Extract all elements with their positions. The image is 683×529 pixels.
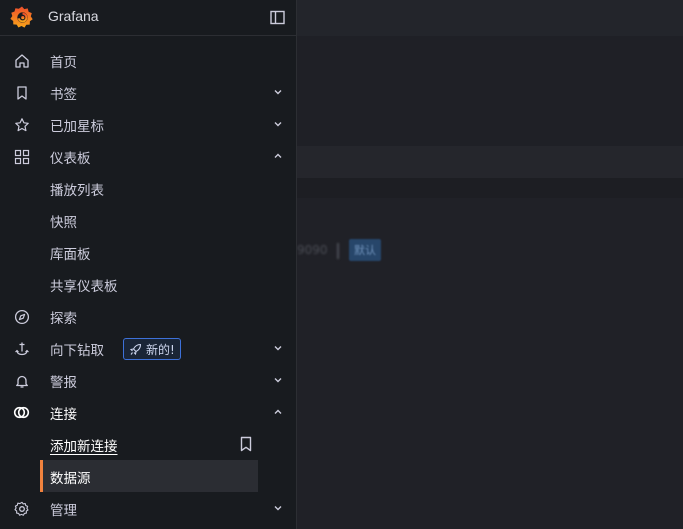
menu-item-label: 管理 (50, 503, 77, 519)
chevron-up-icon[interactable] (272, 150, 284, 162)
menu-item-label: 仪表板 (50, 151, 91, 167)
tabs-area (297, 146, 683, 178)
menu-item-bookmarks[interactable]: 书签 (0, 76, 296, 108)
drilldown-icon (13, 340, 30, 357)
menu-item-label: 播放列表 (50, 183, 104, 199)
link-icon (13, 404, 30, 421)
menu-header: Grafana (0, 0, 296, 36)
menu-item-label: 共享仪表板 (50, 279, 118, 295)
new-badge: 新的! (123, 338, 181, 360)
chevron-down-icon[interactable] (272, 118, 284, 130)
menu-item-label: 书签 (50, 87, 77, 103)
menu-item-playlists[interactable]: 播放列表 (0, 172, 296, 204)
default-badge: 默认 (349, 239, 381, 261)
rocket-icon (129, 343, 142, 355)
side-menu: Grafana 首页 书签 已加星标 仪表板 播放列表 快照 库面板 共享仪表板… (0, 0, 297, 529)
datasource-url-fragment: 9090 (297, 243, 328, 257)
menu-item-explore[interactable]: 探索 (0, 300, 296, 332)
chevron-down-icon[interactable] (272, 86, 284, 98)
menu-item-label: 向下钻取 (50, 343, 104, 359)
menu-item-administration[interactable]: 管理 (0, 492, 296, 524)
chevron-down-icon[interactable] (272, 374, 284, 386)
menu-item-label: 数据源 (50, 471, 91, 487)
menu-item-label: 警报 (50, 375, 77, 391)
bell-icon (13, 372, 30, 389)
menu-item-connections[interactable]: 连接 (0, 396, 296, 428)
new-badge-label: 新的! (146, 342, 175, 357)
menu-item-label: 添加新连接 (50, 439, 118, 455)
menu-item-dashboards[interactable]: 仪表板 (0, 140, 296, 172)
top-bar (297, 0, 683, 36)
apps-icon (13, 148, 30, 165)
menu-item-data-sources[interactable]: 数据源 (0, 460, 296, 492)
content-gap (297, 178, 683, 198)
bookmark-icon (13, 84, 30, 101)
menu-item-starred[interactable]: 已加星标 (0, 108, 296, 140)
menu-item-shared-dashboards[interactable]: 共享仪表板 (0, 268, 296, 300)
menu-item-label: 已加星标 (50, 119, 104, 135)
home-icon (13, 52, 30, 69)
menu-item-drilldown[interactable]: 向下钻取 新的! (0, 332, 296, 364)
cog-icon (13, 500, 30, 517)
compass-icon (13, 308, 30, 325)
chevron-down-icon[interactable] (272, 502, 284, 514)
separator (337, 243, 339, 259)
dock-icon (269, 10, 285, 24)
app-title: Grafana (48, 8, 99, 24)
menu-item-snapshots[interactable]: 快照 (0, 204, 296, 236)
menu-item-label: 探索 (50, 311, 77, 327)
menu-item-label: 库面板 (50, 247, 91, 263)
chevron-up-icon[interactable] (272, 406, 284, 418)
menu-item-library-panels[interactable]: 库面板 (0, 236, 296, 268)
grafana-logo-icon[interactable] (10, 5, 34, 29)
star-icon (13, 116, 30, 133)
menu-item-add-new-connection[interactable]: 添加新连接 (0, 428, 296, 460)
chevron-down-icon[interactable] (272, 342, 284, 354)
menu-item-home[interactable]: 首页 (0, 44, 296, 76)
menu-item-label: 连接 (50, 407, 77, 423)
bookmark-icon[interactable] (239, 436, 253, 452)
menu-item-label: 首页 (50, 55, 77, 71)
menu-item-alerting[interactable]: 警报 (0, 364, 296, 396)
dock-menu-button[interactable] (268, 8, 286, 26)
page-header-area (297, 36, 683, 146)
menu-item-label: 快照 (50, 215, 77, 231)
